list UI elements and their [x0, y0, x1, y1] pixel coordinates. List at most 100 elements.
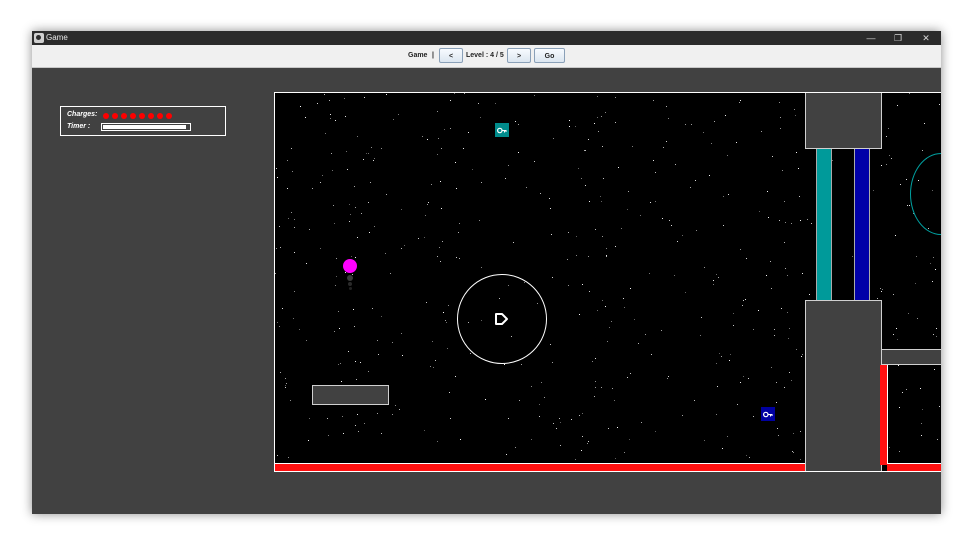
- red-wall: [880, 365, 888, 465]
- star: [432, 341, 433, 342]
- star: [454, 93, 455, 94]
- charge-dot: [139, 113, 145, 119]
- star: [292, 171, 293, 172]
- previous-level-button[interactable]: <: [439, 48, 463, 63]
- star: [575, 459, 576, 460]
- next-level-button[interactable]: >: [507, 48, 531, 63]
- star: [291, 212, 292, 213]
- star: [355, 207, 356, 208]
- close-button[interactable]: ✕: [912, 31, 940, 45]
- star: [800, 459, 801, 460]
- star: [746, 455, 747, 456]
- star: [605, 112, 606, 113]
- star: [627, 209, 628, 210]
- star: [534, 161, 535, 162]
- star: [567, 259, 568, 260]
- level-indicator: Level : 4 / 5: [466, 52, 504, 59]
- star: [675, 164, 676, 165]
- star: [655, 172, 656, 173]
- star: [531, 386, 532, 387]
- star: [621, 228, 622, 229]
- upper-pillar-block: [805, 93, 882, 149]
- star: [740, 249, 741, 250]
- game-window: Game — ❐ ✕ Game | < Level : 4 / 5 > Go C…: [32, 31, 941, 514]
- star: [441, 208, 442, 209]
- star: [796, 152, 797, 153]
- star: [425, 215, 426, 216]
- star: [372, 308, 373, 309]
- star: [340, 363, 341, 364]
- star: [470, 353, 471, 354]
- star: [308, 440, 309, 441]
- star: [275, 273, 276, 274]
- star: [447, 348, 448, 349]
- star: [450, 418, 451, 419]
- star: [785, 268, 786, 269]
- star: [782, 170, 783, 171]
- star: [455, 376, 456, 377]
- star: [615, 246, 616, 247]
- star: [802, 273, 803, 274]
- star: [428, 202, 429, 203]
- star: [924, 123, 925, 124]
- star: [778, 435, 779, 436]
- star: [588, 256, 589, 257]
- star: [442, 241, 443, 242]
- star: [893, 294, 894, 295]
- star: [729, 360, 730, 361]
- star: [531, 439, 532, 440]
- star: [886, 136, 887, 137]
- star: [889, 155, 890, 156]
- star: [932, 281, 933, 282]
- star: [440, 181, 441, 182]
- charges-label: Charges:: [67, 111, 98, 118]
- star: [597, 310, 598, 311]
- star: [579, 314, 580, 315]
- star: [638, 343, 639, 344]
- star: [589, 291, 590, 292]
- star: [449, 392, 450, 393]
- star: [370, 182, 371, 183]
- star: [922, 409, 923, 410]
- window-title: Game: [46, 33, 68, 42]
- star: [506, 454, 507, 455]
- star: [312, 188, 313, 189]
- star: [481, 182, 482, 183]
- star: [711, 143, 712, 144]
- star: [891, 158, 892, 159]
- star: [915, 283, 916, 284]
- star: [424, 237, 425, 238]
- star: [598, 131, 599, 132]
- star: [377, 340, 378, 341]
- minimize-button[interactable]: —: [857, 31, 885, 45]
- game-arena[interactable]: [274, 92, 941, 472]
- star: [936, 328, 937, 329]
- star: [796, 349, 797, 350]
- go-button[interactable]: Go: [534, 48, 565, 63]
- star: [771, 288, 772, 289]
- star: [374, 158, 375, 159]
- star: [742, 305, 743, 306]
- star: [761, 131, 762, 132]
- star: [791, 223, 792, 224]
- star: [369, 232, 370, 233]
- star: [597, 96, 598, 97]
- star: [716, 274, 717, 275]
- star: [881, 165, 882, 166]
- star: [723, 196, 724, 197]
- restore-button[interactable]: ❐: [884, 31, 912, 45]
- star: [399, 409, 400, 410]
- star: [881, 291, 882, 292]
- star: [716, 363, 717, 364]
- hud-panel: Charges: Timer :: [60, 106, 226, 136]
- teal-portal-ring: [910, 153, 941, 235]
- star: [888, 128, 889, 129]
- player-trail: [348, 282, 352, 286]
- star: [685, 124, 686, 125]
- star: [784, 387, 785, 388]
- star: [682, 235, 683, 236]
- star: [886, 164, 887, 165]
- game-label: Game: [408, 52, 428, 59]
- star: [361, 213, 362, 214]
- star: [727, 155, 728, 156]
